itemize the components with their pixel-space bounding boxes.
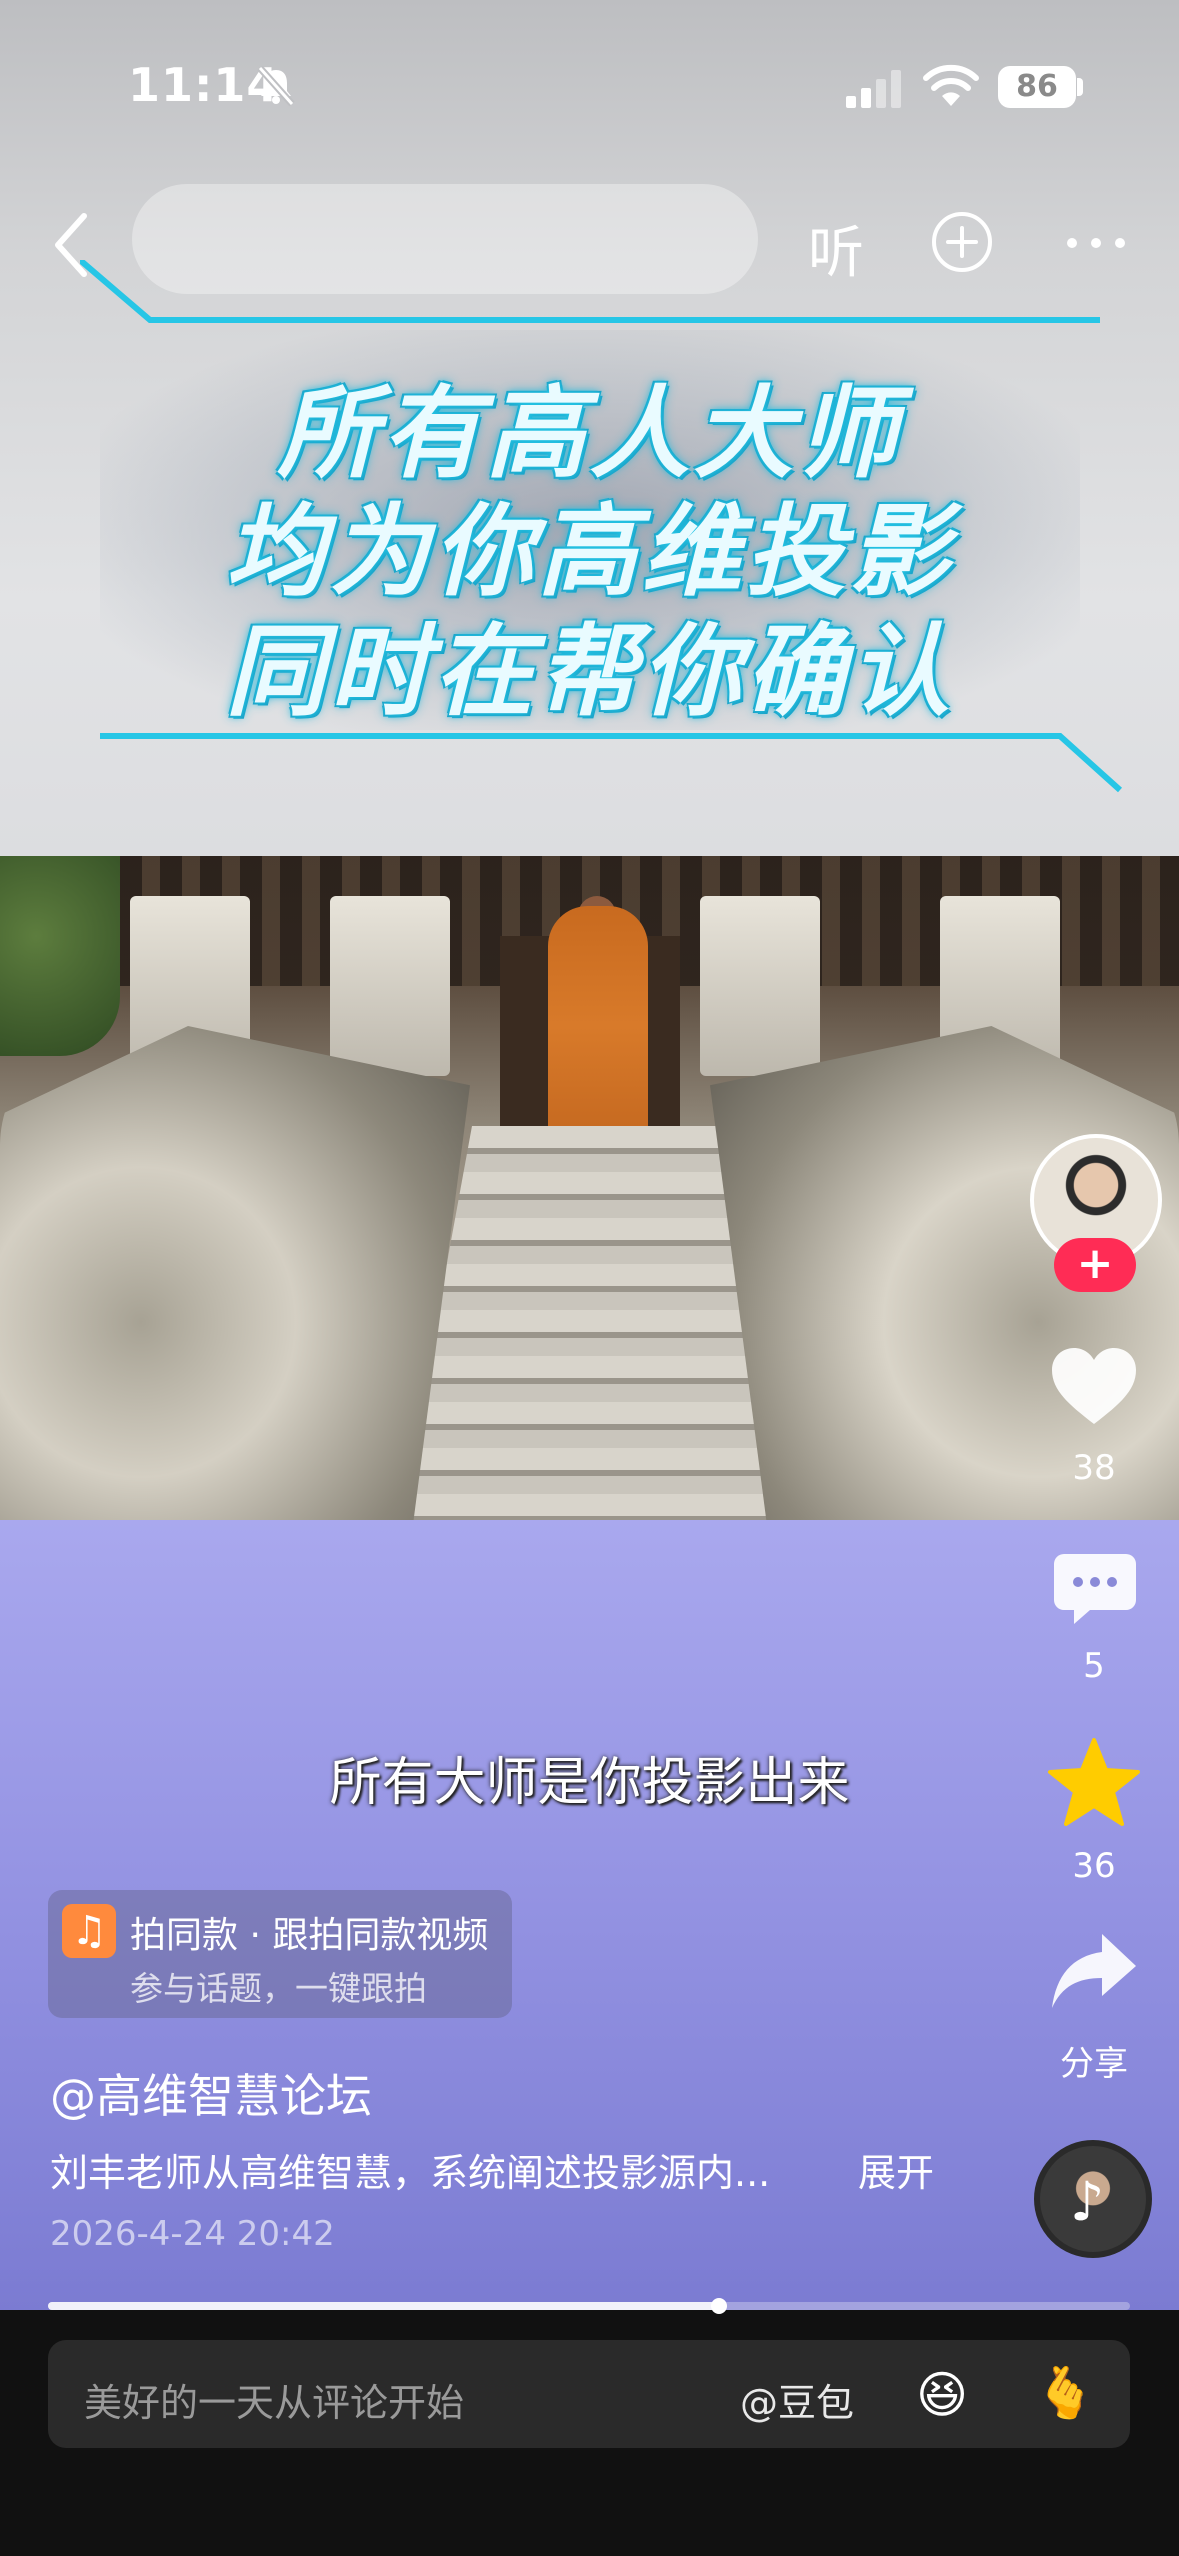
pillar-left-inner	[330, 896, 450, 1076]
music-note-icon: ♪	[1070, 2170, 1105, 2233]
cellular-signal-icon	[846, 70, 901, 108]
progress-fill	[48, 2302, 719, 2310]
wifi-icon	[923, 64, 979, 106]
pillar-right-inner	[700, 896, 820, 1076]
comment-placeholder[interactable]: 美好的一天从评论开始	[84, 2372, 464, 2427]
battery-indicator: 86	[998, 66, 1076, 108]
music-template-icon: ♫	[62, 1904, 116, 1958]
post-date: 2026-4-24 20:42	[50, 2214, 335, 2254]
author-name[interactable]: @高维智慧论坛	[50, 2060, 372, 2126]
progress-thumb[interactable]	[711, 2298, 727, 2314]
video-subtitle: 所有大师是你投影出来	[329, 1753, 850, 1813]
banner-bottom-line	[100, 733, 1123, 793]
muted-bell-icon	[257, 65, 295, 107]
mention-button[interactable]: @豆包	[740, 2372, 854, 2427]
laugh-emoji-icon[interactable]: 😆	[916, 2366, 968, 2424]
banner-top-line	[80, 260, 1100, 323]
share-label[interactable]: 分享	[1034, 2036, 1154, 2085]
template-subtitle: 参与话题，一键跟拍	[130, 1969, 427, 2008]
like-count: 38	[1072, 1448, 1116, 1488]
comment-count: 5	[1083, 1646, 1105, 1686]
video-frame-temple[interactable]	[0, 856, 1179, 1520]
star-icon[interactable]	[1046, 1736, 1142, 1828]
share-arrow-icon[interactable]	[1048, 1930, 1140, 2014]
finger-heart-emoji-icon[interactable]: 🫰	[1034, 2364, 1096, 2423]
post-description: 刘丰老师从高维智慧，系统阐述投影源内...	[50, 2151, 771, 2195]
heart-icon[interactable]	[1048, 1344, 1140, 1428]
follow-button[interactable]: +	[1054, 1238, 1136, 1292]
tree	[0, 856, 120, 1056]
stone-wall-left	[0, 1026, 470, 1520]
battery-cap	[1077, 78, 1083, 96]
favorite-count: 36	[1072, 1846, 1116, 1886]
template-title[interactable]: 拍同款 · 跟拍同款视频	[130, 1906, 488, 1958]
comment-icon[interactable]	[1050, 1550, 1140, 1626]
expand-link[interactable]: 展开	[858, 2142, 934, 2197]
